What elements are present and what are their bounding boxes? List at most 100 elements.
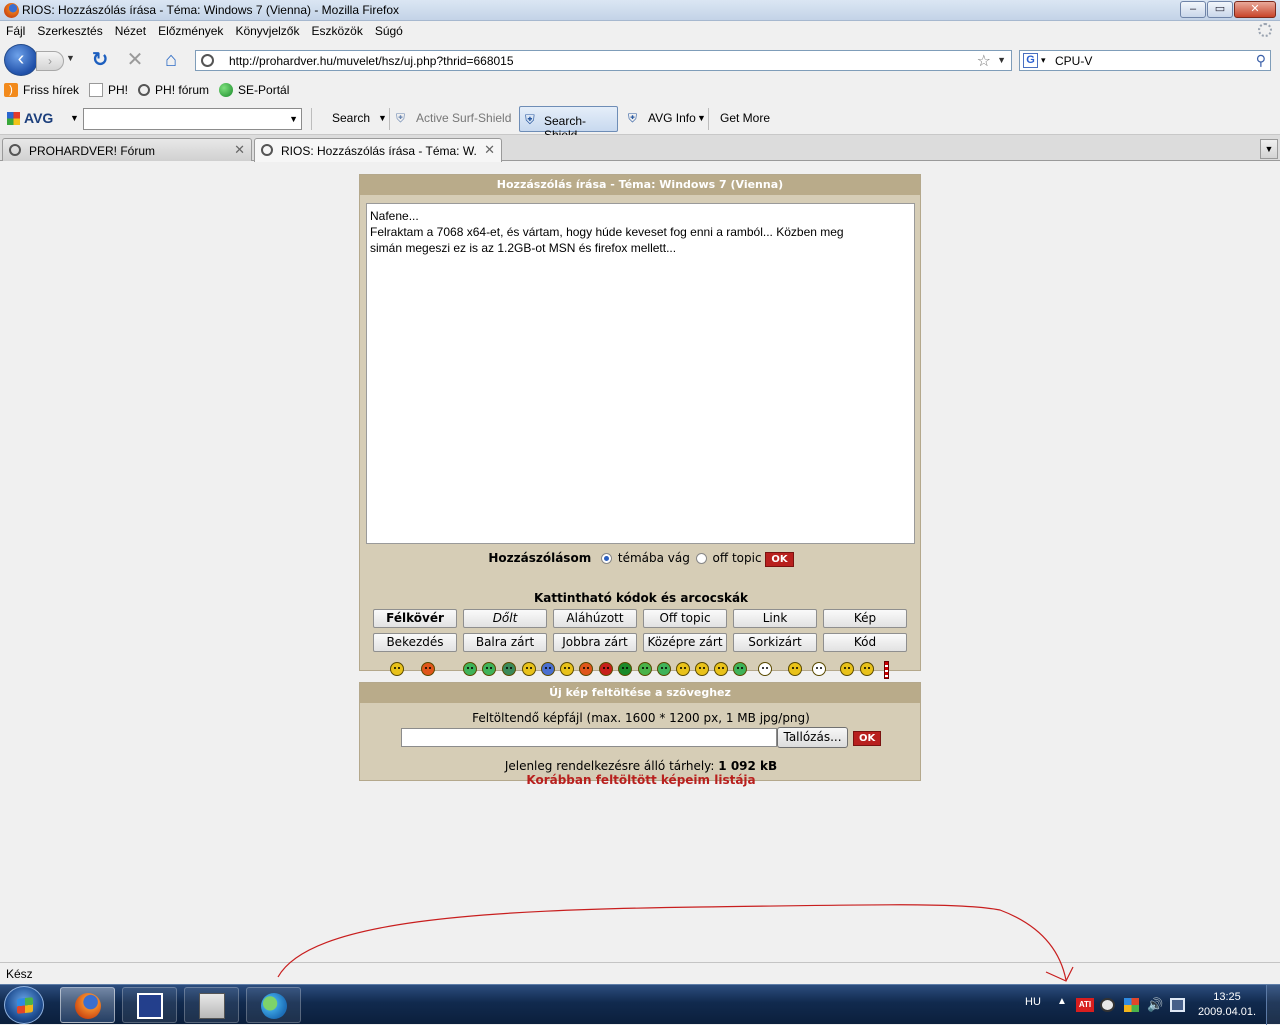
menu-tools[interactable]: Eszközök	[311, 24, 362, 38]
smiley-icon[interactable]	[463, 662, 477, 676]
search-box[interactable]: G ▾ CPU-V ⚲	[1019, 50, 1271, 71]
maximize-button[interactable]: ▭	[1207, 1, 1233, 18]
italic-button[interactable]: Dőlt	[463, 609, 547, 628]
search-shield-button[interactable]: ⛨ Search-Shield	[519, 106, 618, 142]
smiley-icon[interactable]	[482, 662, 496, 676]
smiley-icon[interactable]	[657, 662, 671, 676]
smiley-icon[interactable]	[714, 662, 728, 676]
link-button[interactable]: Link	[733, 609, 817, 628]
avg-menu-dropdown-icon[interactable]: ▼	[70, 113, 79, 123]
search-engine-icon[interactable]: G	[1023, 53, 1038, 68]
code-button[interactable]: Kód	[823, 633, 907, 652]
network-icon[interactable]	[1170, 998, 1185, 1012]
smiley-icon[interactable]	[560, 662, 574, 676]
address-bar[interactable]: http://prohardver.hu/muvelet/hsz/uj.php?…	[195, 50, 1012, 71]
smiley-icon[interactable]	[676, 662, 690, 676]
tab-close-icon[interactable]: ✕	[234, 142, 245, 158]
address-text[interactable]: http://prohardver.hu/muvelet/hsz/uj.php?…	[229, 54, 514, 68]
post-textarea[interactable]: Nafene... Felraktam a 7068 x64-et, és vá…	[366, 203, 915, 544]
search-icon[interactable]: ⚲	[1256, 52, 1266, 69]
ati-icon[interactable]: ATI	[1076, 998, 1094, 1012]
start-button[interactable]	[4, 986, 44, 1024]
forward-arrow-icon[interactable]: ›	[36, 51, 64, 71]
bookmark-star-icon[interactable]: ☆	[977, 51, 991, 71]
smiley-icon[interactable]	[695, 662, 709, 676]
smiley-icon[interactable]	[522, 662, 536, 676]
steam-icon[interactable]	[1100, 998, 1115, 1012]
active-surf-shield-button[interactable]: Active Surf-Shield	[416, 111, 511, 125]
show-desktop-button[interactable]	[1266, 985, 1280, 1025]
language-indicator[interactable]: HU	[1025, 996, 1041, 1008]
smiley-icon[interactable]	[618, 662, 632, 676]
bookmark-ph[interactable]: PH!	[89, 83, 128, 97]
upload-ok-button[interactable]: OK	[853, 731, 882, 746]
smiley-icon[interactable]	[579, 662, 593, 676]
menu-edit[interactable]: Szerkesztés	[37, 24, 102, 38]
show-hidden-icons-icon[interactable]: ▲	[1057, 996, 1067, 1007]
post-ok-button[interactable]: OK	[765, 552, 794, 567]
taskbar-save[interactable]	[122, 987, 177, 1023]
thermometer-smiley-icon[interactable]	[884, 661, 889, 679]
browse-button[interactable]: Tallózás...	[777, 727, 848, 748]
clock[interactable]: 13:25 2009.04.01.	[1196, 990, 1258, 1020]
stop-icon[interactable]: ✕	[124, 49, 146, 71]
reload-icon[interactable]: ↻	[89, 49, 111, 71]
taskbar-firefox[interactable]	[60, 987, 115, 1023]
off-topic-label[interactable]: off topic	[713, 551, 762, 565]
paragraph-button[interactable]: Bekezdés	[373, 633, 457, 652]
smiley-icon[interactable]	[638, 662, 652, 676]
bookmark-friss-hirek[interactable]: ) Friss hírek	[4, 83, 79, 97]
smiley-icon[interactable]	[812, 662, 826, 676]
menu-file[interactable]: Fájl	[6, 24, 25, 38]
close-button[interactable]: ✕	[1234, 1, 1276, 18]
align-left-button[interactable]: Balra zárt	[463, 633, 547, 652]
smiley-icon[interactable]	[502, 662, 516, 676]
tab-prohardver-forum[interactable]: PROHARDVER! Fórum ✕	[2, 138, 252, 161]
smiley-icon[interactable]	[390, 662, 404, 676]
off-topic-radio[interactable]	[695, 553, 707, 564]
off-topic-button[interactable]: Off topic	[643, 609, 727, 628]
menu-history[interactable]: Előzmények	[158, 24, 223, 38]
avg-info-dropdown-icon[interactable]: ▼	[697, 113, 706, 123]
home-icon[interactable]: ⌂	[160, 49, 182, 71]
tab-list-dropdown-icon[interactable]: ▼	[1260, 139, 1278, 159]
file-path-input[interactable]	[401, 728, 777, 747]
smiley-icon[interactable]	[733, 662, 747, 676]
align-center-button[interactable]: Középre zárt	[643, 633, 727, 652]
smiley-icon[interactable]	[788, 662, 802, 676]
justify-button[interactable]: Sorkizárt	[733, 633, 817, 652]
get-more-button[interactable]: Get More	[720, 111, 770, 125]
avg-search-dropdown-icon[interactable]: ▼	[378, 113, 387, 123]
avg-search-dropdown-icon[interactable]: ▼	[289, 114, 298, 124]
on-topic-label[interactable]: témába vág	[618, 551, 690, 565]
avg-search-input[interactable]: ▼	[83, 108, 302, 130]
previous-images-link[interactable]: Korábban feltöltött képeim listája	[360, 773, 922, 787]
address-dropdown-icon[interactable]: ▼	[997, 55, 1006, 65]
smiley-icon[interactable]	[421, 662, 435, 676]
avg-logo[interactable]: AVG	[7, 110, 53, 126]
on-topic-radio[interactable]	[601, 553, 613, 564]
underline-button[interactable]: Aláhúzott	[553, 609, 637, 628]
windows-flag-icon[interactable]	[1124, 998, 1139, 1012]
back-arrow-icon[interactable]: ‹	[4, 44, 38, 76]
smiley-icon[interactable]	[840, 662, 854, 676]
image-button[interactable]: Kép	[823, 609, 907, 628]
menu-help[interactable]: Súgó	[375, 24, 403, 38]
search-engine-dropdown-icon[interactable]: ▾	[1041, 55, 1046, 66]
tab-close-icon[interactable]: ✕	[484, 142, 495, 158]
bookmark-se-portal[interactable]: SE-Portál	[219, 83, 289, 97]
volume-icon[interactable]: 🔊	[1147, 998, 1163, 1012]
bookmark-ph-forum[interactable]: PH! fórum	[138, 83, 209, 97]
tab-rios-post[interactable]: RIOS: Hozzászólás írása - Téma: W... ✕	[254, 138, 502, 162]
menu-bookmarks[interactable]: Könyvjelzők	[235, 24, 299, 38]
smiley-icon[interactable]	[541, 662, 555, 676]
menu-view[interactable]: Nézet	[115, 24, 146, 38]
smiley-icon[interactable]	[860, 662, 874, 676]
avg-search-button[interactable]: Search	[332, 111, 370, 125]
taskbar-messenger[interactable]	[246, 987, 301, 1023]
minimize-button[interactable]: –	[1180, 1, 1206, 18]
smiley-icon[interactable]	[758, 662, 772, 676]
align-right-button[interactable]: Jobbra zárt	[553, 633, 637, 652]
taskbar-calculator[interactable]	[184, 987, 239, 1023]
smiley-icon[interactable]	[599, 662, 613, 676]
